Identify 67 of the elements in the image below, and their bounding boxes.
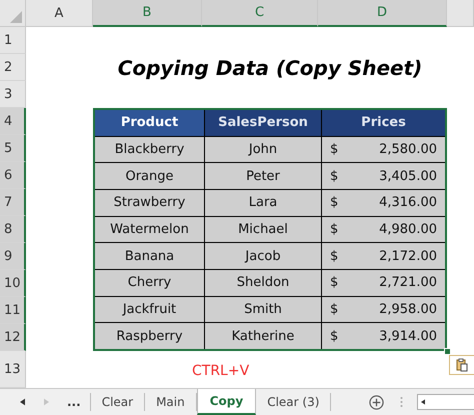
currency-symbol: $ — [330, 302, 338, 317]
price-value: 2,958.00 — [379, 302, 437, 317]
table-cell: Michael — [205, 216, 321, 242]
row-header[interactable]: 12 — [0, 324, 26, 351]
row-header[interactable]: 13 — [0, 351, 26, 388]
price-value: 2,721.00 — [379, 275, 437, 290]
sheet-tab[interactable]: Copy — [196, 389, 256, 415]
currency-symbol: $ — [330, 328, 338, 344]
splitter-handle-icon[interactable] — [400, 396, 404, 408]
horizontal-scrollbar[interactable] — [417, 394, 474, 410]
table-cell: Peter — [205, 163, 321, 189]
row-header[interactable]: 1 — [0, 27, 26, 54]
row-header[interactable]: 7 — [0, 189, 26, 216]
table-cell: Katherine — [205, 323, 321, 349]
column-header[interactable]: B — [93, 0, 202, 27]
right-triangle-icon — [44, 398, 48, 406]
row-header[interactable]: 8 — [0, 216, 26, 243]
fill-handle[interactable] — [444, 348, 451, 355]
price-value: 2,172.00 — [379, 248, 437, 264]
sheet-title: Copying Data (Copy Sheet) — [116, 54, 424, 81]
price-value: 3,914.00 — [379, 328, 437, 344]
table-cell: Strawberry — [95, 190, 204, 216]
price-value: 4,316.00 — [379, 195, 437, 210]
corner-triangle-icon — [10, 11, 22, 23]
price-value: 4,980.00 — [379, 222, 437, 237]
sheet-tab[interactable]: Clear (3) — [256, 393, 332, 411]
row-header[interactable]: 2 — [0, 54, 26, 81]
table-header-cell: SalesPerson — [205, 110, 321, 136]
table-cell: Orange — [95, 163, 204, 189]
row-header[interactable]: 5 — [0, 135, 26, 162]
column-header[interactable]: C — [202, 0, 318, 27]
price-value: 2,580.00 — [379, 142, 437, 157]
table-cell: Lara — [205, 190, 321, 216]
row-header[interactable]: 6 — [0, 162, 26, 189]
table-cell: Watermelon — [95, 216, 204, 242]
table-cell: Blackberry — [95, 136, 204, 162]
price-value: 3,405.00 — [379, 168, 437, 184]
row-header[interactable]: 4 — [0, 108, 26, 135]
table-cell: Banana — [95, 243, 204, 269]
currency-symbol: $ — [330, 222, 338, 237]
column-header[interactable]: D — [318, 0, 447, 27]
table-cell: Smith — [205, 296, 321, 322]
table-header-cell: Product — [95, 110, 204, 136]
more-sheets-button[interactable]: ... — [58, 393, 91, 411]
currency-symbol: $ — [330, 168, 338, 184]
left-triangle-icon — [20, 398, 24, 406]
table-cell: Jacob — [205, 243, 321, 269]
currency-symbol: $ — [330, 142, 338, 157]
table-cell: Sheldon — [205, 270, 321, 296]
shortcut-note: CTRL+V — [192, 363, 250, 379]
row-header[interactable]: 11 — [0, 297, 26, 324]
row-header[interactable]: 10 — [0, 270, 26, 297]
column-header[interactable]: A — [26, 0, 93, 27]
row-header[interactable]: 9 — [0, 243, 26, 270]
currency-symbol: $ — [330, 195, 338, 210]
row-header[interactable]: 3 — [0, 81, 26, 108]
clipboard-icon — [455, 358, 469, 372]
paste-options-button[interactable] — [449, 355, 474, 375]
table-cell: John — [205, 136, 321, 162]
table-cell: Cherry — [95, 270, 204, 296]
table-header-cell: Prices — [322, 110, 445, 136]
currency-symbol: $ — [330, 248, 338, 264]
currency-symbol: $ — [330, 275, 338, 290]
scroll-left-icon[interactable] — [421, 399, 426, 405]
table-cell: Jackfruit — [95, 296, 204, 322]
table-cell: Raspberry — [95, 323, 204, 349]
sheet-tab[interactable]: Clear — [90, 393, 146, 411]
